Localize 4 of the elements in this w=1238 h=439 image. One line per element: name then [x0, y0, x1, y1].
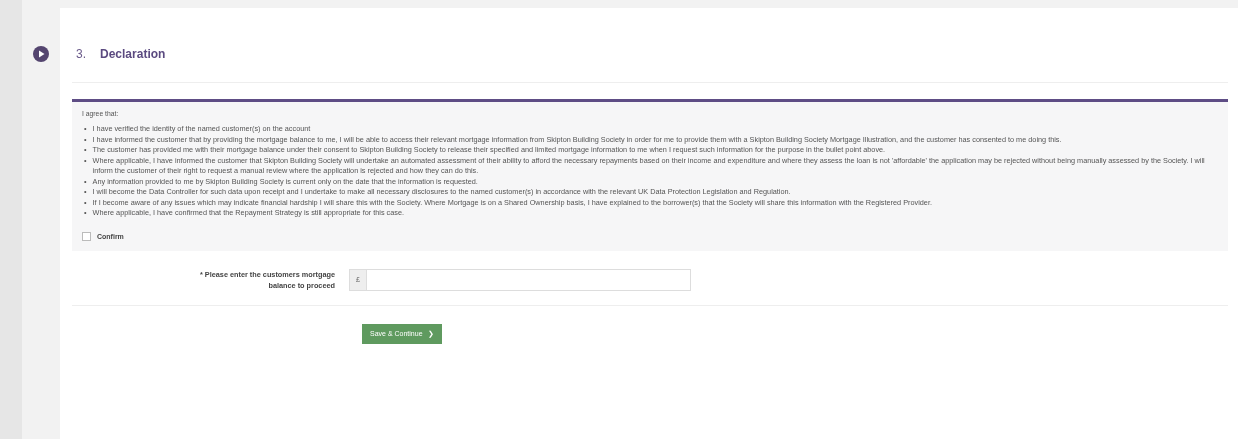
confirm-checkbox[interactable] [82, 231, 91, 241]
section-title: Declaration [100, 47, 166, 61]
section-number: 3. [76, 47, 86, 61]
play-circle-icon[interactable] [33, 46, 49, 62]
